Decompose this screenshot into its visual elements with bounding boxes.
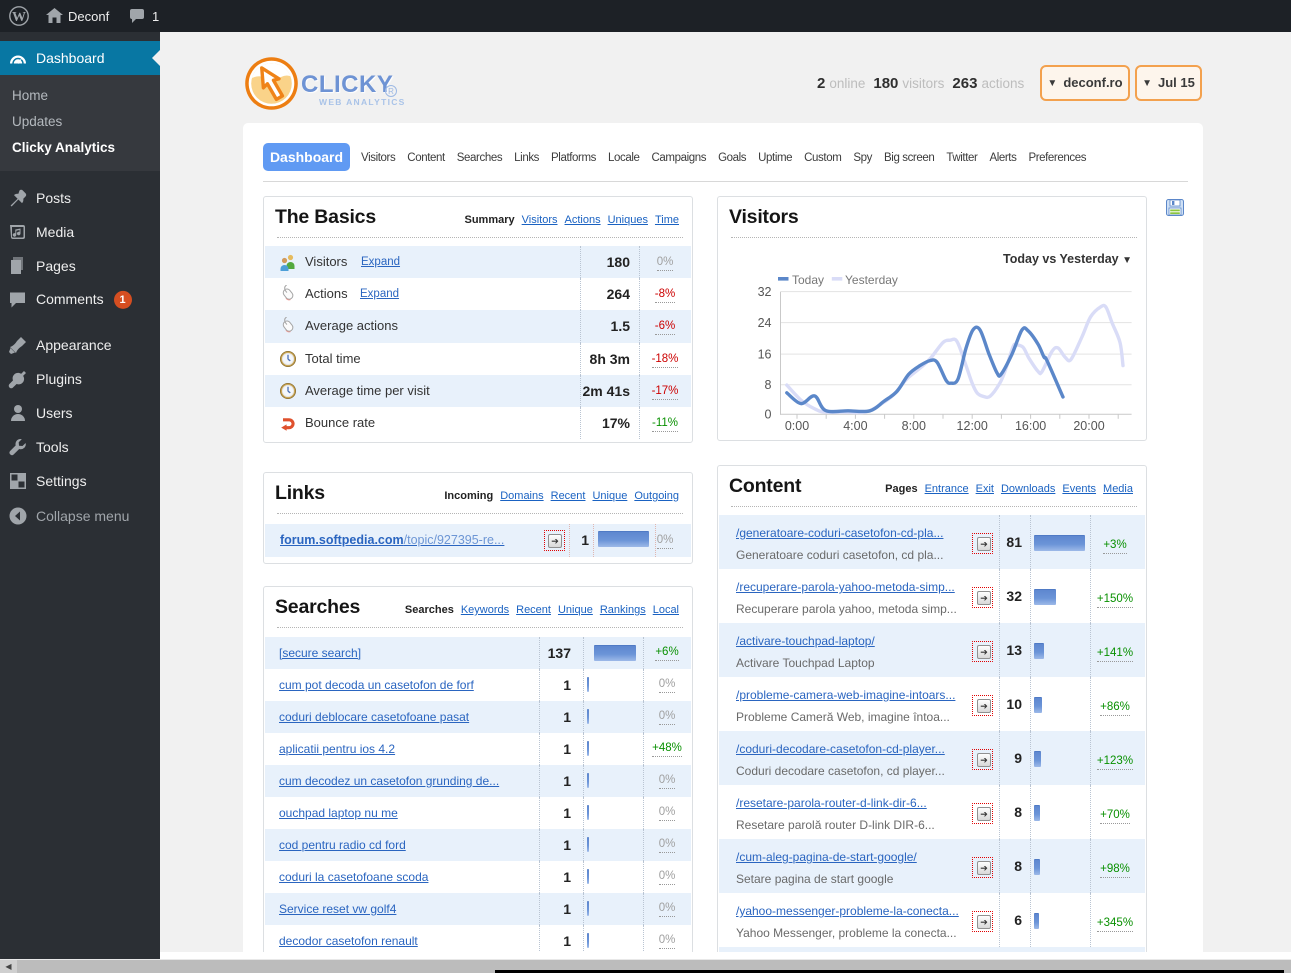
svg-text:20:00: 20:00 bbox=[1073, 419, 1104, 433]
svg-text:32: 32 bbox=[758, 285, 772, 299]
svg-text:Today: Today bbox=[792, 273, 824, 287]
svg-text:0: 0 bbox=[765, 408, 772, 422]
svg-text:8: 8 bbox=[765, 378, 772, 392]
svg-text:16:00: 16:00 bbox=[1015, 419, 1046, 433]
svg-text:0:00: 0:00 bbox=[785, 419, 809, 433]
svg-text:16: 16 bbox=[758, 348, 772, 362]
svg-text:8:00: 8:00 bbox=[902, 419, 926, 433]
svg-text:4:00: 4:00 bbox=[843, 419, 867, 433]
svg-text:Yesterday: Yesterday bbox=[845, 273, 898, 287]
svg-text:12:00: 12:00 bbox=[957, 419, 988, 433]
svg-text:24: 24 bbox=[758, 316, 772, 330]
svg-text:W: W bbox=[12, 10, 26, 25]
